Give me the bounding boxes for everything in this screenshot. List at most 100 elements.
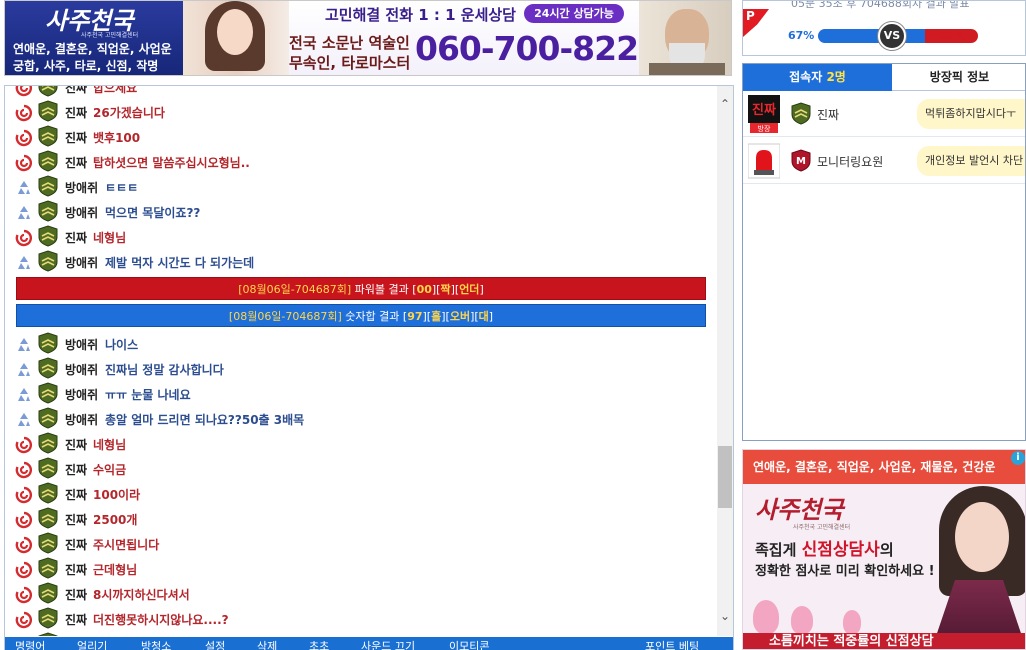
chat-nickname[interactable]: 진짜 — [65, 154, 87, 171]
red-swirl-icon — [15, 586, 33, 604]
chat-nickname[interactable]: 진짜 — [65, 611, 87, 628]
rank-avatar-icon — [38, 150, 58, 172]
chat-message[interactable]: 방애쥐 총알 얼마 드리면 되나요??50출 3배목 — [13, 406, 713, 430]
menu-item-5[interactable]: 초초 — [309, 638, 329, 650]
chat-message[interactable]: 방애쥐 먹으면 목달이죠?? — [13, 199, 713, 223]
vs-icon: VS — [878, 22, 906, 50]
menu-item-7[interactable]: 이모티콘 — [449, 638, 489, 650]
chat-message[interactable]: 진짜 8시까지하신다셔서 — [13, 581, 713, 605]
vote-panel: 05분 35초 후 704688회차 결과 발표 P 67% VS 33% — [742, 0, 1026, 56]
red-swirl-icon — [15, 511, 33, 529]
chat-nickname[interactable]: 방애쥐 — [65, 204, 98, 221]
chat-nickname[interactable]: 진짜 — [65, 104, 87, 121]
chat-message[interactable]: 방애쥐 제발 먹자 시간도 다 되가는데 — [13, 249, 713, 273]
chat-message[interactable]: 진짜 2500개 — [13, 506, 713, 530]
chat-message[interactable]: 진짜 합으세요 — [13, 86, 713, 98]
monitor-badge-icon: M — [791, 149, 811, 172]
result-value-part: 홀 — [431, 310, 442, 323]
chat-message[interactable]: 진짜 뱃후100 — [13, 124, 713, 148]
rank-avatar-icon — [38, 532, 58, 554]
ad-categories-line1: 연애운, 결혼운, 직업운, 사업운 — [13, 42, 172, 56]
chat-message[interactable]: 진짜 근데형님 — [13, 556, 713, 580]
rank-avatar-icon — [38, 250, 58, 272]
chat-nickname[interactable]: 진짜 — [65, 461, 87, 478]
chat-nickname[interactable]: 방애쥐 — [65, 179, 98, 196]
side-ad-logo-subtitle: 사주천국 고민해결센터 — [793, 524, 851, 531]
chat-nickname[interactable]: 방애쥐 — [65, 386, 98, 403]
chat-message-list[interactable]: 진짜 합으세요 진짜 26가겠습니다 진짜 뱃후100 진짜 탑하셧으면 말씀주십시오형님..… — [5, 86, 717, 636]
top-ad-banner[interactable]: 사주천국 사주천국 고민해결센터 연애운, 결혼운, 직업운, 사업운 궁합, … — [4, 0, 732, 76]
chat-message[interactable]: 진짜 네형님 — [13, 431, 713, 455]
chat-nickname[interactable]: 진짜 — [65, 486, 87, 503]
menu-item-0[interactable]: 명령어 — [15, 638, 45, 650]
menu-item-2[interactable]: 방청소 — [141, 638, 171, 650]
rank-avatar-icon — [38, 86, 58, 97]
chat-scrollbar[interactable]: ⌃ ⌄ — [717, 86, 733, 636]
chat-text: 네형님 — [93, 231, 127, 245]
menu-item-1[interactable]: 얼리기 — [77, 638, 107, 650]
chat-message[interactable]: 진짜 네형님 — [13, 224, 713, 248]
rank-avatar-icon — [38, 382, 58, 404]
ad-info-icon[interactable]: i — [1011, 451, 1025, 465]
ad-24h-badge: 24시간 상담가능 — [524, 4, 624, 23]
side-ad-line2: 정확한 점사로 미리 확인하세요 ! — [755, 564, 935, 579]
chat-nickname[interactable]: 진짜 — [65, 536, 87, 553]
blue-recycle-icon — [18, 206, 30, 219]
chat-nickname[interactable]: 진짜 — [65, 229, 87, 246]
chat-message[interactable]: 진짜 더진행못하시지않나요....? — [13, 606, 713, 630]
chat-nickname[interactable]: 진짜 — [65, 586, 87, 603]
scroll-down-arrow-icon[interactable]: ⌄ — [717, 610, 733, 622]
scroll-thumb[interactable] — [718, 446, 732, 508]
chat-nickname[interactable]: 진짜 — [65, 511, 87, 528]
ad-categories-line2: 궁합, 사주, 타로, 신점, 작명 — [13, 59, 159, 73]
powerball-badge: P — [743, 9, 769, 37]
chat-message[interactable]: 진짜 탑하셧으면 말씀주십시오형님.. — [13, 149, 713, 173]
user-row[interactable]: 진짜 방장 진짜 먹튀좀하지맙시다ㅜ — [743, 91, 1025, 137]
red-swirl-icon — [15, 486, 33, 504]
chat-nickname[interactable]: 방애쥐 — [65, 411, 98, 428]
menu-item-4[interactable]: 삭제 — [257, 638, 277, 650]
user-row[interactable]: M 모니터링요원 개인정보 발언시 차단 — [743, 138, 1025, 184]
chat-message[interactable]: 진짜 수익금 — [13, 456, 713, 480]
ad-headline: 고민해결 전화 1 : 1 운세상담 — [325, 6, 516, 24]
chat-message[interactable]: 방애쥐 ㅌㅌㅌ — [13, 174, 713, 198]
chat-menu-bar: 명령어 얼리기 방청소 설정 삭제 초초 사운드 끄기 이모티콘 포인트 베팅 — [5, 637, 733, 650]
chat-nickname[interactable]: 진짜 — [65, 561, 87, 578]
chat-nickname[interactable]: 진짜 — [65, 129, 87, 146]
rank-avatar-icon — [38, 457, 58, 479]
menu-item-6[interactable]: 사운드 끄기 — [361, 638, 415, 650]
chat-message[interactable]: 방애쥐 나이스 — [13, 331, 713, 355]
red-swirl-icon — [15, 611, 33, 629]
chat-nickname[interactable]: 진짜 — [65, 86, 87, 96]
result-round: [08월06일-704687회] — [228, 310, 342, 323]
tab-host-pick-info[interactable]: 방장픽 정보 — [892, 64, 1025, 91]
red-swirl-icon — [15, 561, 33, 579]
chat-nickname[interactable]: 방애쥐 — [65, 361, 98, 378]
chat-nickname[interactable]: 방애쥐 — [65, 336, 98, 353]
menu-item-3[interactable]: 설정 — [205, 638, 225, 650]
chat-message[interactable]: 진짜 26가겠습니다 — [13, 99, 713, 123]
scroll-up-arrow-icon[interactable]: ⌃ — [717, 98, 733, 110]
svg-text:M: M — [796, 156, 806, 167]
chat-message[interactable]: 방애쥐네 충전 바로 드릴께요 — [13, 631, 713, 636]
chat-message[interactable]: 방애쥐 진짜님 정말 감사합니다 — [13, 356, 713, 380]
chat-text: 탑하셧으면 말씀주십시오형님.. — [93, 156, 250, 170]
side-ad-banner[interactable]: 연애운, 결혼운, 직업운, 사업운, 재물운, 건강운 i 사주천국 사주천국… — [742, 449, 1026, 650]
chat-message[interactable]: 진짜 주시면됩니다 — [13, 531, 713, 555]
chat-nickname[interactable]: 방애쥐 — [65, 254, 98, 271]
rank-avatar-icon — [38, 432, 58, 454]
tab-users-count: 2명 — [826, 70, 846, 84]
tab-users[interactable]: 접속자 2명 — [743, 64, 892, 91]
chat-text: 합으세요 — [93, 86, 138, 95]
round-countdown: 05분 35초 후 704688회차 결과 발표 — [791, 0, 970, 10]
chat-message[interactable]: 방애쥐 ㅠㅠ 눈물 나네요 — [13, 381, 713, 405]
chat-text: 주시면됩니다 — [93, 538, 160, 552]
ad-lady-photo — [955, 502, 1009, 572]
menu-item-8[interactable]: 포인트 베팅 — [645, 638, 699, 650]
chat-message[interactable]: 진짜 100이라 — [13, 481, 713, 505]
result-value-part: 짝 — [440, 283, 451, 296]
chat-text: 26가겠습니다 — [93, 106, 165, 120]
chat-nickname[interactable]: 진짜 — [65, 436, 87, 453]
user-status-bubble: 개인정보 발언시 차단 — [917, 146, 1025, 176]
chat-text: 진짜님 정말 감사합니다 — [105, 363, 224, 377]
